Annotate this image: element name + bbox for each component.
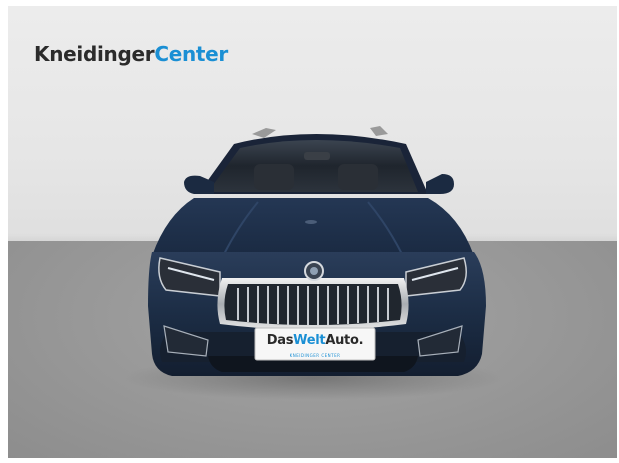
car: DasWeltAuto. KNEIDINGER CENTER <box>8 6 617 458</box>
plate-label: DasWeltAuto. KNEIDINGER CENTER <box>255 328 375 364</box>
plate-brand-text: DasWeltAuto. <box>255 333 375 348</box>
rearview-mirror <box>304 152 330 160</box>
grille <box>224 284 402 325</box>
side-mirror-right <box>426 174 454 194</box>
interior-seat-right <box>338 164 378 190</box>
hood <box>152 198 474 256</box>
interior-seat-left <box>254 164 294 190</box>
washer-nozzle <box>305 220 317 224</box>
photo-frame: KneidingerCenter DasWeltAuto. KNEIDINGER… <box>8 6 617 458</box>
brand-badge-inner <box>310 267 318 275</box>
car-front-illustration <box>123 126 503 400</box>
plate-text-part3: Auto. <box>325 333 364 348</box>
plate-text-part2: Welt <box>293 333 326 348</box>
roof-rail-left <box>252 128 276 138</box>
plate-text-part1: Das <box>266 333 294 348</box>
roof-rail-right <box>370 126 388 136</box>
plate-dealer-line: KNEIDINGER CENTER <box>289 353 341 358</box>
